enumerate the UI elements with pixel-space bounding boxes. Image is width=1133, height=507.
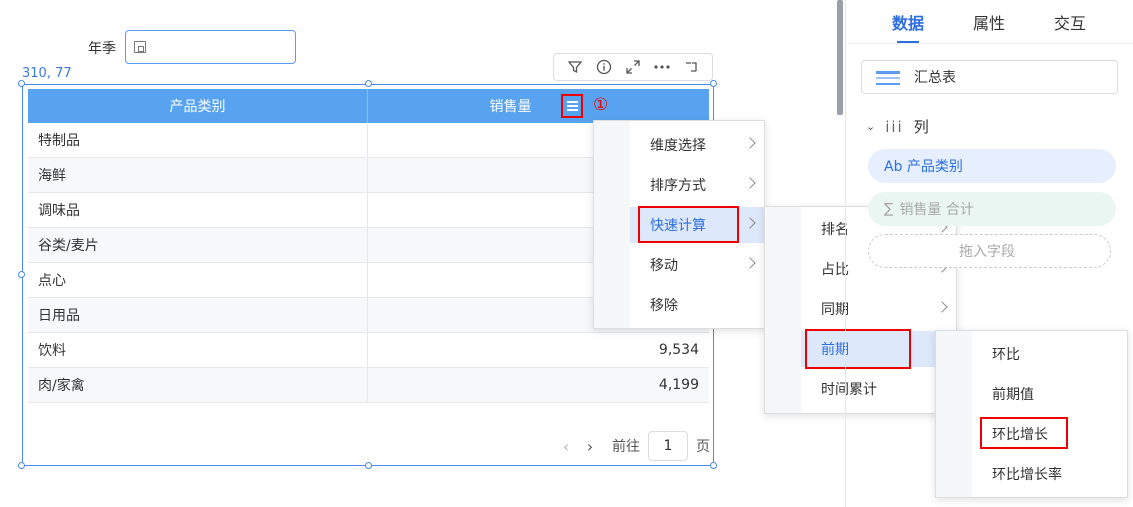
menu-item-sort-order[interactable]: 排序方式 xyxy=(630,167,764,203)
resize-handle[interactable] xyxy=(710,462,717,469)
resize-handle[interactable] xyxy=(365,80,372,87)
value-cell: 4,199 xyxy=(658,377,699,393)
position-readout: 310, 77 xyxy=(22,66,72,81)
field-sales-sum-label: 销售量 合计 xyxy=(899,202,974,218)
measure-icon: ∑ xyxy=(884,201,894,217)
header-product-category[interactable]: 产品类别 xyxy=(28,89,368,123)
menu-item-same-period[interactable]: 同期 xyxy=(801,291,956,327)
chart-type-label: 汇总表 xyxy=(914,70,956,86)
resize-handle[interactable] xyxy=(710,80,717,87)
filter-icon[interactable] xyxy=(565,57,585,77)
expand-icon[interactable] xyxy=(623,57,643,77)
menu-item-time-cumulative[interactable]: 时间累计 xyxy=(801,371,956,407)
menu-item-mom[interactable]: 环比 xyxy=(972,336,1127,372)
highlight-box xyxy=(638,206,739,243)
resize-handle[interactable] xyxy=(18,80,25,87)
header-sales-volume-label: 销售量 xyxy=(489,99,532,115)
highlight-box xyxy=(980,417,1068,449)
header-sales-volume[interactable]: 销售量 xyxy=(368,89,709,123)
chevron-down-icon: ⌄ xyxy=(866,120,876,133)
info-icon[interactable] xyxy=(594,57,614,77)
category-cell: 调味品 xyxy=(28,193,368,227)
field-drop-zone[interactable]: 拖入字段 xyxy=(868,234,1111,268)
page-unit-label: 页 xyxy=(696,439,710,455)
field-product-category[interactable]: Ab 产品类别 xyxy=(868,149,1116,183)
previous-period-submenu: 环比 前期值 环比增长 环比增长率 xyxy=(935,330,1128,498)
category-cell: 海鲜 xyxy=(28,158,368,192)
next-page-icon[interactable]: › xyxy=(582,437,598,456)
menu-item-dimension-select[interactable]: 维度选择 xyxy=(630,127,764,163)
tab-data[interactable]: 数据 xyxy=(892,10,924,34)
columns-section-header[interactable]: ⌄ iii 列 xyxy=(866,116,929,137)
resize-handle[interactable] xyxy=(18,271,25,278)
category-cell: 点心 xyxy=(28,263,368,297)
goto-label: 前往 xyxy=(612,439,640,455)
columns-icon: iii xyxy=(885,117,904,136)
category-cell: 饮料 xyxy=(28,333,368,367)
value-cell: 9,534 xyxy=(658,342,699,358)
season-filter-input[interactable] xyxy=(125,30,296,64)
columns-label: 列 xyxy=(913,118,929,136)
chart-type-selector[interactable]: 汇总表 xyxy=(861,60,1118,94)
collapse-icon[interactable] xyxy=(681,57,701,77)
widget-toolbar xyxy=(553,53,713,81)
table-row: 饮料 9,534 xyxy=(28,333,709,368)
prev-page-icon[interactable]: ‹ xyxy=(558,437,574,456)
menu-item-move[interactable]: 移动 xyxy=(630,247,764,283)
resize-handle[interactable] xyxy=(18,462,25,469)
category-cell: 肉/家禽 xyxy=(28,368,368,402)
step-marker-1: ① xyxy=(593,95,609,115)
table-row: 肉/家禽 4,199 xyxy=(28,368,709,403)
column-context-menu: 维度选择 排序方式 快速计算 移动 移除 xyxy=(593,120,765,329)
tab-interaction[interactable]: 交互 xyxy=(1054,10,1086,34)
field-sales-sum[interactable]: ∑ 销售量 合计 xyxy=(868,192,1116,226)
highlight-box xyxy=(805,329,911,369)
canvas-scrollbar[interactable] xyxy=(837,0,843,115)
tab-properties[interactable]: 属性 xyxy=(973,10,1005,34)
menu-item-mom-growth-rate[interactable]: 环比增长率 xyxy=(972,456,1127,492)
category-cell: 谷类/麦片 xyxy=(28,228,368,262)
filter-label: 年季 xyxy=(88,41,116,57)
menu-item-remove[interactable]: 移除 xyxy=(630,287,764,323)
page-number-input[interactable]: 1 xyxy=(648,431,688,461)
pagination: ‹ › 前往 1 页 xyxy=(558,431,710,461)
more-icon[interactable] xyxy=(652,57,672,77)
category-cell: 特制品 xyxy=(28,123,368,157)
summary-table-icon xyxy=(876,71,900,85)
calendar-icon xyxy=(134,41,146,53)
menu-item-previous-value[interactable]: 前期值 xyxy=(972,376,1127,412)
resize-handle[interactable] xyxy=(365,462,372,469)
column-menu-button[interactable] xyxy=(561,94,583,118)
category-cell: 日用品 xyxy=(28,298,368,332)
